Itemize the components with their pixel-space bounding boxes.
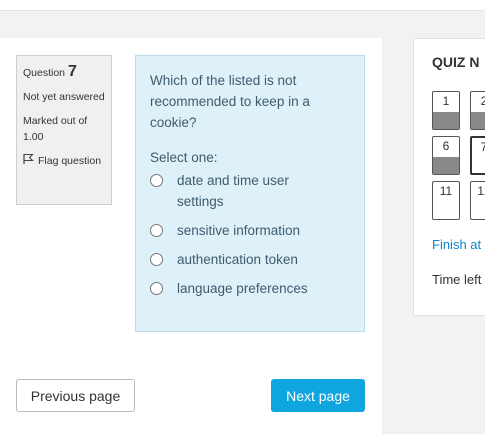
time-left-label: Time left (432, 272, 482, 287)
answered-indicator (433, 112, 459, 129)
next-page-button[interactable]: Next page (271, 379, 365, 412)
question-label: Question (23, 67, 66, 79)
answer-option[interactable]: authentication token (150, 249, 350, 270)
radio-button[interactable] (150, 253, 163, 266)
answered-indicator (433, 157, 459, 174)
quiz-nav-question-7[interactable]: 7 (470, 136, 485, 175)
quiz-nav-number: 12 (477, 184, 485, 198)
question-grade: Marked out of 1.00 (23, 115, 88, 143)
question-status: Not yet answered (23, 91, 105, 103)
flag-question-button[interactable]: Flag question (23, 153, 105, 170)
answer-option-label[interactable]: language preferences (171, 278, 308, 299)
quiz-navigation-panel: QUIZ N 1 2 6 7 11 12 Finish at Time left (413, 38, 485, 316)
answer-option[interactable]: date and time user settings (150, 170, 350, 212)
radio-button[interactable] (150, 224, 163, 237)
answer-option[interactable]: sensitive information (150, 220, 350, 241)
radio-button[interactable] (150, 174, 163, 187)
question-number-value: 7 (67, 63, 77, 80)
quiz-nav-number: 7 (472, 140, 485, 154)
quiz-navigation-title: QUIZ N (432, 54, 480, 70)
question-number: Question 7 (23, 64, 105, 81)
quiz-nav-number: 6 (442, 139, 450, 153)
quiz-nav-question-1[interactable]: 1 (432, 91, 460, 130)
answer-option-label[interactable]: date and time user settings (171, 170, 302, 212)
quiz-nav-question-2[interactable]: 2 (470, 91, 485, 130)
question-formulation: Which of the listed is not recommended t… (135, 55, 365, 332)
quiz-nav-question-11[interactable]: 11 (432, 181, 460, 220)
top-bar (0, 0, 485, 11)
quiz-nav-question-6[interactable]: 6 (432, 136, 460, 175)
quiz-nav-number: 11 (439, 184, 453, 198)
previous-page-button[interactable]: Previous page (16, 379, 135, 412)
question-info: Question 7 Not yet answered Marked out o… (16, 55, 112, 205)
answer-option[interactable]: language preferences (150, 278, 350, 299)
answer-option-label[interactable]: sensitive information (171, 220, 300, 241)
answer-option-label[interactable]: authentication token (171, 249, 298, 270)
quiz-nav-number: 1 (442, 94, 450, 108)
flag-icon (23, 153, 34, 170)
finish-attempt-link[interactable]: Finish at (432, 237, 481, 252)
quiz-nav-question-12[interactable]: 12 (470, 181, 485, 220)
quiz-nav-number: 2 (471, 94, 485, 108)
question-text: Which of the listed is not recommended t… (150, 73, 310, 130)
answered-indicator (471, 112, 485, 129)
answer-prompt: Select one: (150, 150, 218, 165)
radio-button[interactable] (150, 282, 163, 295)
flag-question-label: Flag question (38, 155, 102, 167)
